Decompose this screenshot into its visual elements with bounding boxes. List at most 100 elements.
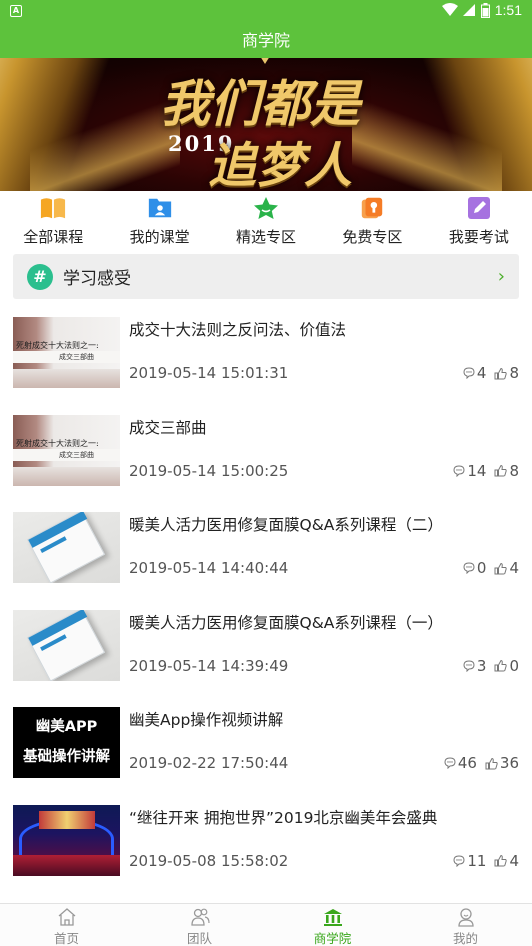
course-date: 2019-05-14 14:39:49 bbox=[129, 656, 289, 675]
comment-count: 3 bbox=[476, 656, 487, 675]
category-all-courses[interactable]: 全部课程 bbox=[0, 192, 106, 248]
like-count: 0 bbox=[509, 656, 519, 675]
course-title: 成交三部曲 bbox=[129, 418, 207, 437]
tab-academy[interactable]: 商学院 bbox=[266, 904, 399, 946]
thumbnail-caption: 幽美APP bbox=[35, 719, 98, 735]
category-label: 精选专区 bbox=[236, 228, 297, 246]
list-item[interactable]: 幽美APP 基础操作讲解 幽美App操作视频讲解 2019-02-22 17:5… bbox=[0, 696, 532, 794]
wifi-icon bbox=[441, 3, 458, 16]
promo-banner[interactable]: 我们都是 2019 追梦人 bbox=[0, 58, 532, 191]
hash-icon: # bbox=[27, 263, 53, 290]
course-thumbnail: 死射成交十大法则之一: 成交三部曲 bbox=[13, 414, 120, 486]
course-stats: 46 36 bbox=[444, 754, 519, 772]
section-header-learning-notes[interactable]: # 学习感受 › bbox=[13, 254, 519, 299]
tab-profile[interactable]: 我的 bbox=[399, 904, 532, 946]
bottom-tab-bar: 首页 团队 商学院 我的 bbox=[0, 903, 532, 946]
course-date: 2019-05-08 15:58:02 bbox=[129, 851, 289, 870]
comment-icon bbox=[453, 464, 465, 477]
academy-icon bbox=[323, 907, 343, 927]
app-header: 商学院 bbox=[0, 22, 532, 58]
comment-count: 4 bbox=[476, 364, 487, 382]
tab-label: 商学院 bbox=[313, 931, 352, 946]
course-date: 2019-05-14 15:00:25 bbox=[129, 461, 289, 480]
course-title: 幽美App操作视频讲解 bbox=[129, 711, 284, 729]
like-count: 8 bbox=[509, 461, 519, 480]
course-thumbnail: 幽美APP 基础操作讲解 bbox=[13, 707, 120, 778]
thumbnail-caption: 基础操作讲解 bbox=[23, 749, 110, 765]
chevron-right-icon: › bbox=[497, 266, 505, 287]
category-free[interactable]: 免费专区 bbox=[319, 192, 425, 248]
thumbnail-caption: 成交三部曲 bbox=[59, 353, 94, 361]
course-list: 死射成交十大法则之一: 成交三部曲 成交十大法则之反问法、价值法 2019-05… bbox=[0, 306, 532, 891]
course-date: 2019-05-14 14:40:44 bbox=[129, 559, 289, 577]
team-icon bbox=[190, 907, 210, 927]
tab-team[interactable]: 团队 bbox=[133, 904, 266, 946]
course-thumbnail bbox=[13, 804, 120, 876]
category-label: 免费专区 bbox=[342, 228, 403, 246]
like-count: 36 bbox=[499, 754, 519, 772]
home-icon bbox=[57, 907, 77, 927]
like-icon bbox=[494, 854, 508, 867]
banner-ribbon-right bbox=[352, 98, 502, 191]
book-icon bbox=[40, 195, 66, 221]
profile-icon bbox=[456, 907, 476, 927]
tab-label: 团队 bbox=[186, 931, 212, 946]
course-stats: 4 8 bbox=[463, 364, 519, 382]
course-thumbnail: 死射成交十大法则之一: 成交三部曲 bbox=[13, 317, 120, 388]
category-label: 我要考试 bbox=[448, 228, 509, 246]
list-item[interactable]: 死射成交十大法则之一: 成交三部曲 成交三部曲 2019-05-14 15:00… bbox=[0, 404, 532, 502]
page-title: 商学院 bbox=[241, 31, 290, 50]
tab-home[interactable]: 首页 bbox=[0, 904, 133, 946]
comment-count: 11 bbox=[467, 851, 487, 870]
section-title: 学习感受 bbox=[63, 269, 131, 289]
list-item[interactable]: 暖美人活力医用修复面膜Q&A系列课程（一） 2019-05-14 14:39:4… bbox=[0, 599, 532, 697]
free-icon bbox=[359, 195, 385, 221]
course-thumbnail bbox=[13, 609, 120, 681]
like-icon bbox=[494, 367, 508, 379]
course-date: 2019-05-14 15:01:31 bbox=[129, 364, 289, 382]
comment-icon bbox=[463, 659, 475, 672]
comment-count: 0 bbox=[476, 559, 487, 577]
course-thumbnail bbox=[13, 512, 120, 583]
list-item[interactable]: 暖美人活力医用修复面膜Q&A系列课程（二） 2019-05-14 14:40:4… bbox=[0, 501, 532, 599]
list-item[interactable]: “继往开来 拥抱世界”2019北京幽美年会盛典 2019-05-08 15:58… bbox=[0, 794, 532, 892]
comment-icon bbox=[463, 367, 475, 379]
category-featured[interactable]: 精选专区 bbox=[213, 192, 319, 248]
category-my-classroom[interactable]: 我的课堂 bbox=[106, 192, 212, 248]
course-stats: 14 8 bbox=[453, 462, 519, 480]
course-title: 暖美人活力医用修复面膜Q&A系列课程（一） bbox=[129, 613, 443, 632]
battery-icon bbox=[480, 2, 490, 18]
category-nav: 全部课程 我的课堂 精选专区 免费专区 我要考试 bbox=[0, 192, 532, 248]
thumbnail-caption: 成交三部曲 bbox=[59, 450, 94, 459]
clock: 1:51 bbox=[494, 2, 522, 18]
comment-icon bbox=[453, 854, 465, 867]
course-stats: 3 0 bbox=[463, 657, 519, 675]
classroom-icon bbox=[147, 195, 173, 221]
course-stats: 11 4 bbox=[453, 852, 519, 870]
course-title: “继往开来 拥抱世界”2019北京幽美年会盛典 bbox=[129, 808, 438, 827]
category-exam[interactable]: 我要考试 bbox=[426, 192, 532, 248]
course-date: 2019-02-22 17:50:44 bbox=[129, 754, 289, 772]
like-icon bbox=[494, 464, 508, 477]
like-icon bbox=[494, 562, 508, 574]
banner-ribbon-left bbox=[30, 98, 180, 191]
list-item[interactable]: 死射成交十大法则之一: 成交三部曲 成交十大法则之反问法、价值法 2019-05… bbox=[0, 306, 532, 404]
category-label: 全部课程 bbox=[23, 228, 84, 246]
like-icon bbox=[485, 757, 498, 769]
signal-icon bbox=[462, 4, 475, 16]
comment-icon bbox=[444, 757, 456, 769]
banner-subheading: 追梦人 bbox=[208, 138, 353, 191]
comment-icon bbox=[463, 562, 475, 574]
course-stats: 0 4 bbox=[463, 559, 519, 577]
status-bar: A 1:51 bbox=[0, 0, 532, 22]
course-title: 成交十大法则之反问法、价值法 bbox=[129, 321, 347, 339]
thumbnail-caption: 死射成交十大法则之一: bbox=[16, 341, 99, 350]
like-icon bbox=[494, 659, 508, 672]
notification-icon: A bbox=[10, 5, 22, 17]
thumbnail-caption: 死射成交十大法则之一: bbox=[16, 438, 99, 448]
tab-label: 首页 bbox=[53, 931, 79, 946]
comment-count: 14 bbox=[467, 461, 487, 480]
tab-label: 我的 bbox=[452, 931, 478, 946]
course-title: 暖美人活力医用修复面膜Q&A系列课程（二） bbox=[129, 516, 443, 534]
like-count: 4 bbox=[509, 559, 519, 577]
